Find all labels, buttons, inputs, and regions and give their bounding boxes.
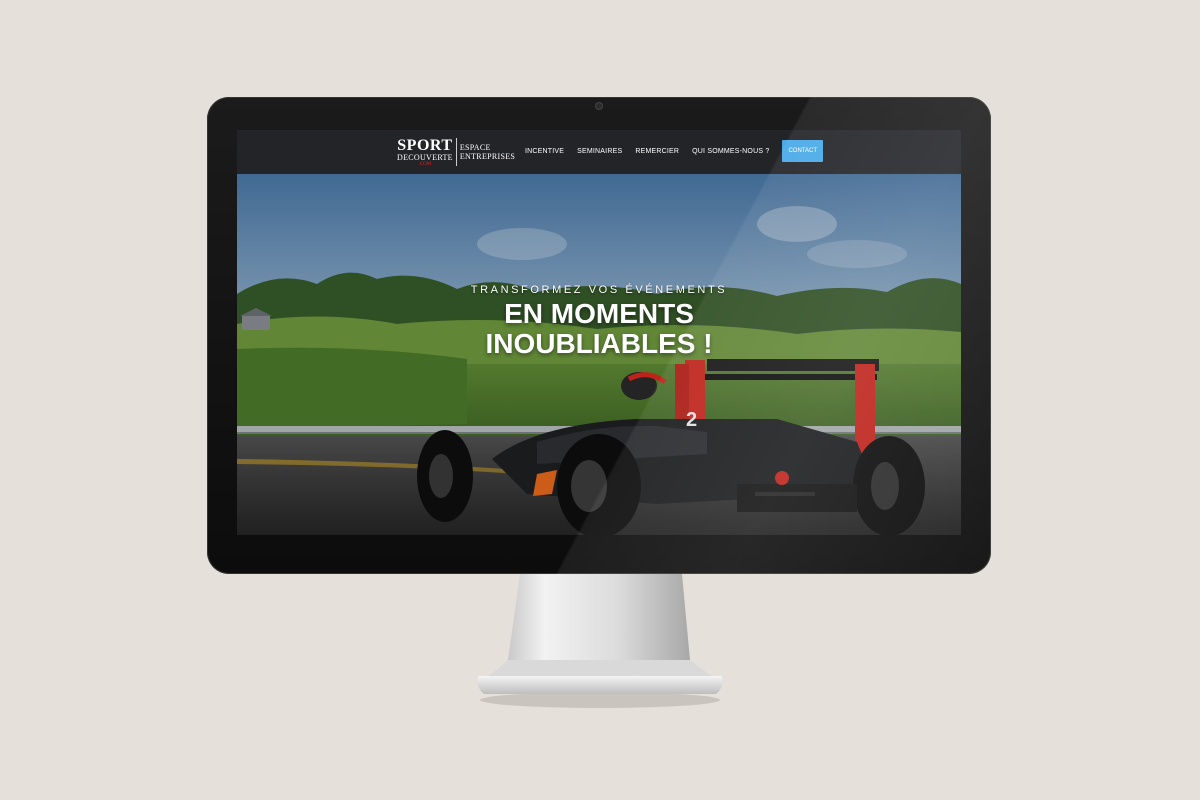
logo-decouverte-text: DECOUVERTE <box>397 152 453 162</box>
nav-item-remercier[interactable]: REMERCIER <box>635 148 679 155</box>
hero-section: 2 TRANSFORMEZ VOS ÉVÉNEMENTS <box>237 174 961 535</box>
logo-com-text: .COM <box>418 161 432 167</box>
website-screen: SPORT DECOUVERTE .COM ESPACE ENTREPRISES… <box>237 130 961 535</box>
main-menu: INCENTIVE SEMINAIRES REMERCIER QUI SOMME… <box>525 139 823 163</box>
site-logo[interactable]: SPORT DECOUVERTE .COM ESPACE ENTREPRISES <box>397 137 515 167</box>
nav-item-seminaires[interactable]: SEMINAIRES <box>577 148 622 155</box>
hero-title-line-2: INOUBLIABLES ! <box>485 328 713 360</box>
site-navbar: SPORT DECOUVERTE .COM ESPACE ENTREPRISES… <box>237 130 961 174</box>
monitor-bezel: SPORT DECOUVERTE .COM ESPACE ENTREPRISES… <box>207 97 991 574</box>
logo-entreprises-text: ENTREPRISES <box>459 152 516 161</box>
logo-espace-text: ESPACE <box>459 142 491 152</box>
hero-headline-block: TRANSFORMEZ VOS ÉVÉNEMENTS EN MOMENTS IN… <box>237 284 961 359</box>
nav-item-incentive[interactable]: INCENTIVE <box>525 148 564 155</box>
logo-sport-text: SPORT <box>397 136 453 154</box>
hero-title-line-1: EN MOMENTS <box>504 298 694 329</box>
hero-kicker: TRANSFORMEZ VOS ÉVÉNEMENTS <box>470 284 728 296</box>
contact-button[interactable]: CONTACT <box>782 140 823 162</box>
logo-divider <box>455 138 457 166</box>
nav-item-qui-sommes-nous[interactable]: QUI SOMMES-NOUS ? <box>692 148 769 155</box>
camera-icon <box>596 103 602 109</box>
